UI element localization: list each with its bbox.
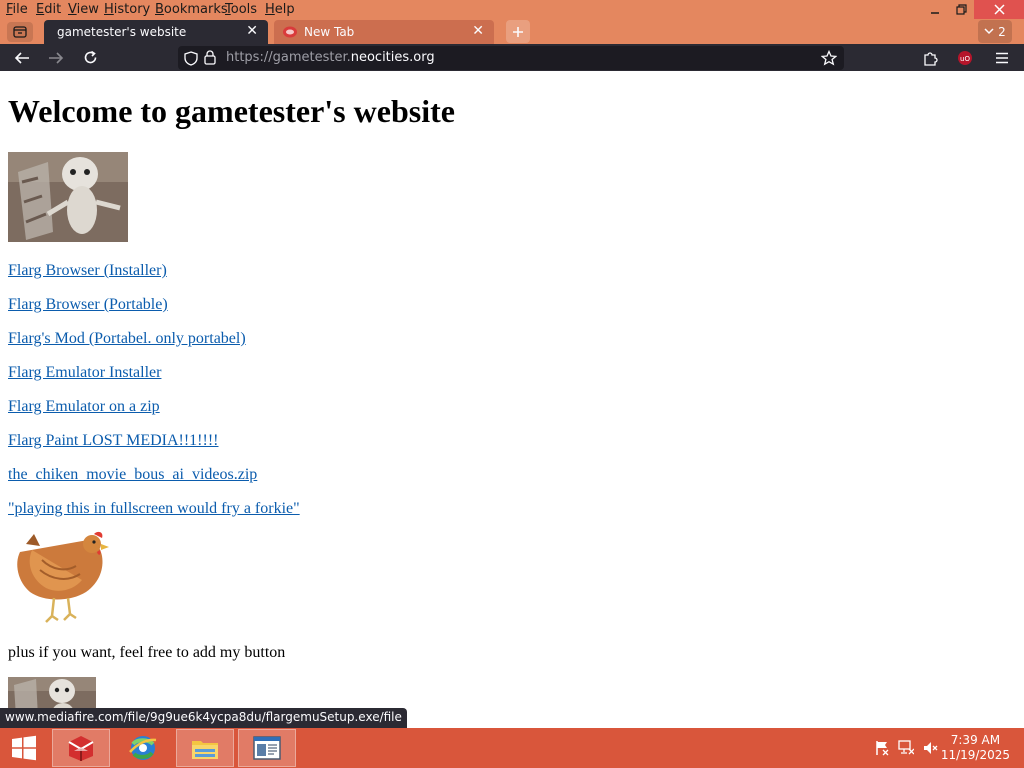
taskbar: 7:39 AM 11/19/2025 — [0, 728, 1024, 768]
link-flarg-browser-portable[interactable]: Flarg Browser (Portable) — [8, 296, 168, 314]
svg-text:uO: uO — [960, 55, 970, 63]
app-window-icon — [253, 736, 281, 760]
menu-edit[interactable]: Edit — [36, 2, 61, 17]
ublock-origin-icon: uO — [958, 50, 972, 65]
hamburger-menu-icon — [996, 52, 1008, 63]
link-flarg-paint-lost-media[interactable]: Flarg Paint LOST MEDIA!!1!!!! — [8, 432, 219, 450]
tab-label: New Tab — [304, 25, 355, 39]
forward-arrow-icon — [49, 51, 64, 64]
tab-count: 2 — [998, 24, 1006, 39]
firefox-view-button[interactable] — [7, 22, 33, 42]
globe-browser-icon — [129, 736, 157, 760]
tab-close-icon[interactable]: ✕ — [246, 23, 258, 39]
menu-bar: File Edit View History Bookmarks Tools H… — [0, 0, 1024, 19]
ublock-origin-button[interactable]: uO — [953, 47, 977, 68]
creature-gif-image — [8, 152, 128, 242]
network-status-icon — [898, 740, 914, 755]
page-heading: Welcome to gametester's website — [8, 93, 455, 129]
lock-icon[interactable] — [204, 50, 216, 65]
link-flarg-emulator-zip[interactable]: Flarg Emulator on a zip — [8, 398, 160, 416]
bookmark-star-icon[interactable] — [821, 50, 837, 66]
menu-tools[interactable]: Tools — [225, 2, 257, 17]
volume-muted-icon[interactable] — [922, 740, 938, 756]
new-tab-button[interactable] — [506, 20, 530, 43]
clock-time: 7:39 AM — [950, 733, 1001, 747]
back-arrow-icon — [14, 51, 29, 64]
url-host: neocities.org — [350, 50, 435, 65]
forward-button[interactable] — [44, 47, 68, 68]
flarg-favicon-icon — [283, 26, 297, 38]
menu-bookmarks[interactable]: Bookmarks — [155, 2, 228, 17]
puzzle-icon — [924, 51, 938, 66]
chicken-drawing — [17, 531, 109, 623]
chicken-image — [12, 530, 110, 624]
taskbar-internet-explorer[interactable] — [114, 729, 172, 767]
tab-close-icon[interactable]: ✕ — [472, 23, 484, 39]
menu-file[interactable]: File — [6, 2, 28, 17]
taskbar-flarg-browser[interactable] — [52, 729, 110, 767]
action-center-flag-icon[interactable] — [874, 740, 890, 756]
back-button[interactable] — [10, 47, 34, 68]
taskbar-app-window[interactable] — [238, 729, 296, 767]
start-button[interactable] — [0, 729, 48, 767]
app-menu-button[interactable] — [990, 47, 1014, 68]
taskbar-file-explorer[interactable] — [176, 729, 234, 767]
speaker-mute-icon — [924, 742, 938, 754]
button-note-text: plus if you want, feel free to add my bu… — [8, 644, 286, 661]
network-icon[interactable] — [898, 740, 914, 756]
tab-new-tab[interactable]: New Tab ✕ — [274, 20, 494, 44]
link-flargs-mod[interactable]: Flarg's Mod (Portabel. only portabel) — [8, 330, 246, 348]
menu-help[interactable]: Help — [265, 2, 295, 17]
chevron-down-icon — [984, 28, 994, 35]
extensions-button[interactable] — [918, 47, 942, 68]
list-all-tabs-button[interactable]: 2 — [978, 20, 1012, 43]
menu-view[interactable]: View — [68, 2, 99, 17]
reload-icon — [84, 50, 96, 64]
windows-logo-icon — [12, 735, 36, 761]
plus-icon — [513, 26, 523, 37]
reload-button[interactable] — [78, 47, 102, 68]
link-flarg-browser-installer[interactable]: Flarg Browser (Installer) — [8, 262, 167, 280]
web-page-content: Welcome to gametester's website Flarg Br… — [0, 71, 1024, 728]
close-window-button[interactable] — [974, 0, 1024, 19]
link-flarg-emulator-installer[interactable]: Flarg Emulator Installer — [8, 364, 161, 382]
firefox-view-icon — [13, 26, 27, 38]
url-prefix: https://gametester. — [226, 50, 351, 65]
navigation-toolbar: https://gametester.neocities.org uO — [0, 44, 1024, 71]
flarg-browser-icon — [68, 736, 94, 761]
minimize-icon — [931, 11, 939, 14]
system-clock[interactable]: 7:39 AM 11/19/2025 — [941, 733, 1010, 763]
address-bar[interactable]: https://gametester.neocities.org — [178, 46, 844, 70]
creature-gif-drawing — [8, 152, 128, 242]
restore-icon — [956, 3, 967, 15]
link-status-tooltip: www.mediafire.com/file/9g9ue6k4ycpa8du/f… — [0, 708, 407, 728]
tracking-shield-icon — [184, 51, 198, 66]
tab-gametester[interactable]: gametester's website ✕ — [44, 20, 268, 44]
link-chiken-movie-zip[interactable]: the_chiken_movie_bous_ai_videos.zip — [8, 466, 257, 484]
close-icon — [993, 4, 1005, 15]
tab-bar: gametester's website ✕ New Tab ✕ 2 — [0, 19, 1024, 44]
folder-icon — [192, 741, 218, 759]
url-text: https://gametester.neocities.org — [226, 50, 435, 65]
clock-date: 11/19/2025 — [940, 748, 1010, 762]
tab-label: gametester's website — [57, 25, 187, 39]
flag-icon — [876, 741, 889, 756]
menu-history[interactable]: History — [104, 2, 150, 17]
link-fry-a-forkie[interactable]: "playing this in fullscreen would fry a … — [8, 500, 300, 518]
